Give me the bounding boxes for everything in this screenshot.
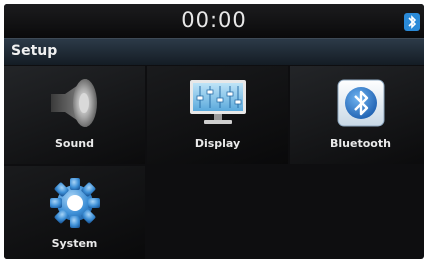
bluetooth-icon bbox=[290, 72, 424, 134]
head-unit-screen: 00:00 Setup Sound Display Bluetooth Syst… bbox=[4, 4, 424, 259]
monitor-equalizer-icon bbox=[147, 72, 288, 134]
menu-item-display[interactable]: Display bbox=[147, 66, 288, 164]
menu-item-bluetooth[interactable]: Bluetooth bbox=[290, 66, 424, 164]
menu-item-system[interactable]: System bbox=[4, 166, 145, 259]
menu-item-label: Display bbox=[194, 137, 241, 150]
menu-item-sound[interactable]: Sound bbox=[4, 66, 145, 164]
clock: 00:00 bbox=[181, 8, 247, 32]
menu-item-label: System bbox=[51, 237, 98, 250]
bluetooth-status-icon bbox=[404, 13, 420, 31]
title-bar: Setup bbox=[4, 38, 424, 65]
page-title: Setup bbox=[11, 43, 58, 59]
status-bar: 00:00 bbox=[4, 4, 424, 38]
speaker-icon bbox=[4, 72, 145, 134]
menu-item-label: Sound bbox=[54, 137, 94, 150]
menu-item-label: Bluetooth bbox=[330, 137, 391, 150]
gear-icon bbox=[4, 172, 145, 234]
